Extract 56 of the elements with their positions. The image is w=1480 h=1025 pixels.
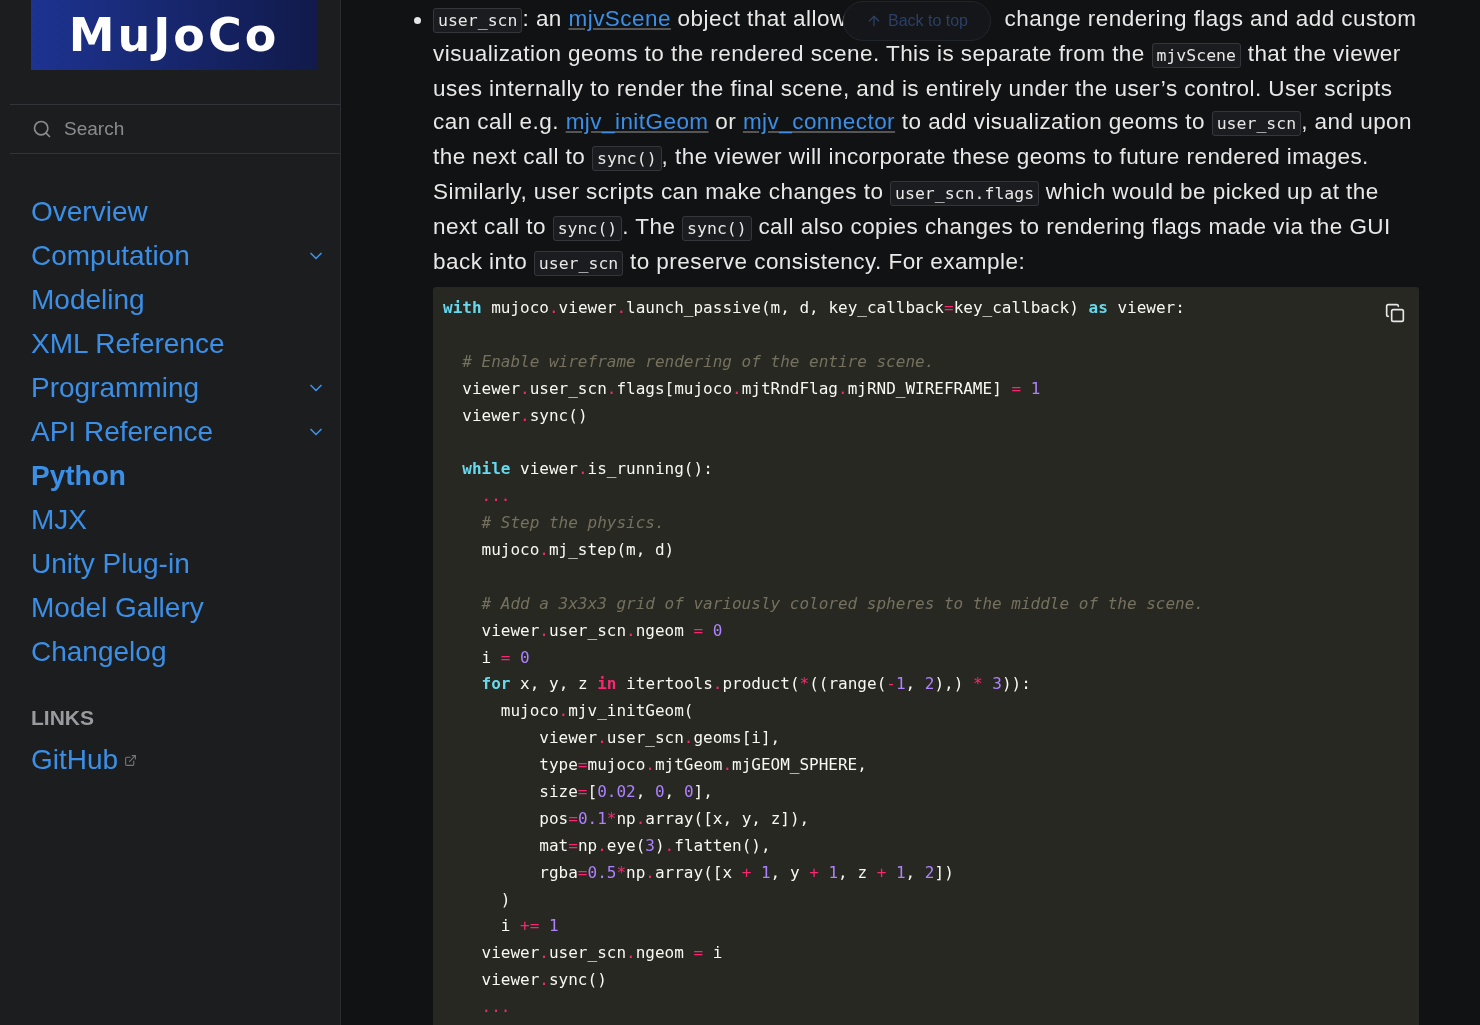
code-line: viewer.user_scn.ngeom = 0 — [480, 619, 723, 642]
copy-button[interactable] — [1385, 303, 1405, 323]
nav-label: Programming — [31, 372, 200, 404]
nav-link[interactable]: MJX — [31, 498, 340, 542]
nav-link[interactable]: Python — [31, 454, 340, 498]
nav-label: Modeling — [31, 284, 145, 316]
code-line: rgba=0.5*np.array([x + 1, y + 1, z + 1, 2]) — [538, 861, 954, 884]
code-line: with mujoco.viewer.launch_passive(m, d, key_callback=key_callback) as viewer: — [443, 297, 1185, 319]
bullet — [414, 17, 421, 24]
nav-label: Unity Plug-in — [31, 548, 190, 580]
code-line: ... — [480, 485, 511, 508]
nav-label: Model Gallery — [31, 592, 204, 624]
github-link[interactable]: GitHub — [31, 744, 119, 776]
nav-link[interactable]: API Reference — [31, 410, 340, 454]
link[interactable]: mjv_connector — [742, 109, 896, 134]
code-line: while viewer.is_running(): — [461, 458, 713, 481]
code-line: i += 1 — [499, 915, 559, 938]
nav-label: MJX — [31, 504, 87, 536]
code-line: for x, y, z in itertools.product(*((range(-1, 2),) * 3)): — [480, 673, 1031, 696]
nav-label: Changelog — [31, 636, 167, 668]
nav-label: XML Reference — [31, 328, 225, 360]
code-line: ... — [480, 996, 511, 1019]
code-line: mujoco.mj_step(m, d) — [480, 539, 675, 561]
code-line: pos=0.1*np.array([x, y, z]), — [538, 807, 810, 830]
nav-link[interactable]: XML Reference — [31, 322, 340, 366]
code-line: mat=np.eye(3).flatten(), — [538, 834, 771, 857]
nav-link[interactable]: Model Gallery — [31, 586, 340, 630]
logo[interactable]: MuJoCo — [31, 0, 317, 70]
code-line: i = 0 — [480, 646, 530, 669]
nav-link[interactable]: Unity Plug-in — [31, 542, 340, 586]
link[interactable]: mjv_initGeom — [565, 109, 709, 134]
code-line: viewer.user_scn.flags[mujoco.mjtRndFlag.mjRND_WIREFRAME] = 1 — [461, 377, 1041, 400]
nav-link[interactable]: Overview — [31, 190, 340, 234]
code-line: ) — [499, 888, 511, 911]
nav-label: API Reference — [31, 416, 214, 448]
code-line: size=[0.02, 0, 0], — [538, 781, 713, 804]
code-line: viewer.user_scn.ngeom = i — [480, 942, 723, 965]
link[interactable]: mjvScene — [568, 6, 671, 31]
nav-label: Computation — [31, 240, 190, 272]
search-field[interactable]: Search — [64, 118, 314, 140]
code-line: # Add a 3x3x3 grid of variously colored spheres to the middle of the scene. — [480, 592, 1204, 615]
nav-link[interactable]: Computation — [31, 234, 340, 278]
code-line: # Step the physics. — [480, 512, 665, 535]
nav-link[interactable]: Changelog — [31, 630, 340, 674]
code-line: viewer.user_scn.geoms[i], — [538, 727, 781, 750]
code-line: type=mujoco.mjtGeom.mjGEOM_SPHERE, — [538, 754, 867, 777]
section-heading: LINKS — [31, 706, 95, 730]
nav-link[interactable]: Modeling — [31, 278, 340, 322]
code-line: viewer.sync() — [461, 404, 588, 427]
nav-label: Overview — [31, 196, 148, 228]
code-line: mujoco.mjv_initGeom( — [499, 700, 694, 723]
nav-label: Python — [31, 460, 126, 492]
nav-link[interactable]: Programming — [31, 366, 340, 410]
code-line: viewer.sync() — [480, 969, 607, 992]
code-line: # Enable wireframe rendering of the entire scene. — [461, 350, 935, 373]
search-icon — [32, 119, 52, 139]
